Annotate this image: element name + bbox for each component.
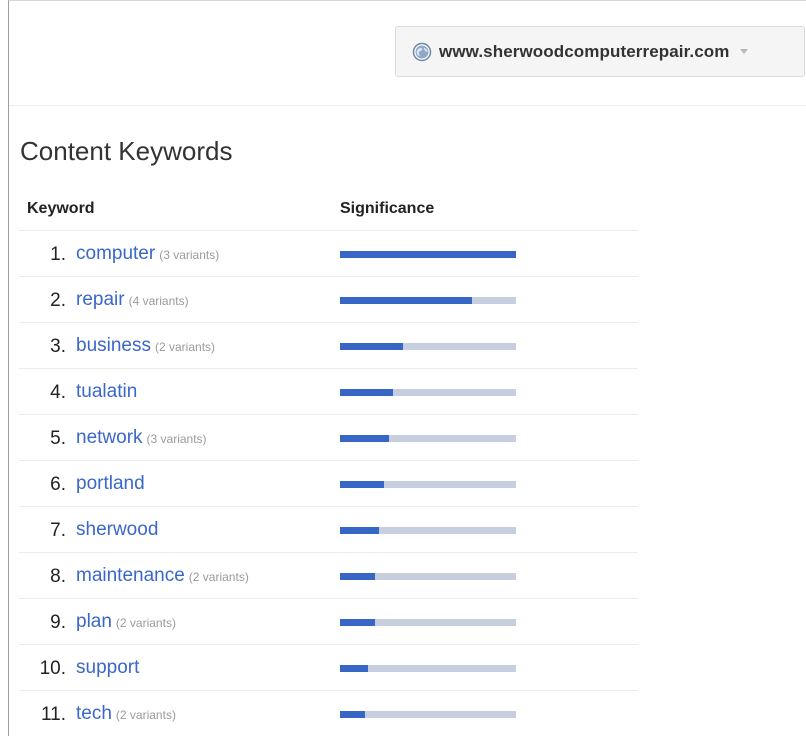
keyword-row: 5. network (3 variants): [19, 414, 638, 460]
significance-bar-fill: [340, 251, 516, 258]
keyword-row: 10. support: [19, 644, 638, 690]
keyword-row: 7. sherwood: [19, 506, 638, 552]
keyword-row: 2. repair (4 variants): [19, 276, 638, 322]
keyword-text: plan: [76, 611, 112, 632]
keyword-link[interactable]: repair (4 variants): [76, 289, 189, 311]
column-header-keyword: Keyword: [27, 200, 95, 217]
keyword-text: tech: [76, 703, 112, 724]
keyword-link[interactable]: tualatin: [76, 381, 137, 403]
significance-bar-fill: [340, 665, 369, 672]
keyword-text: maintenance: [76, 565, 185, 586]
page-title: Content Keywords: [20, 136, 233, 166]
keyword-rank: 6.: [50, 474, 66, 495]
globe-icon: [412, 42, 432, 61]
keyword-rank: 7.: [50, 520, 66, 541]
keyword-rank: 2.: [50, 290, 66, 311]
keyword-variants: (3 variants): [146, 432, 207, 446]
keyword-row: 8. maintenance (2 variants): [19, 552, 638, 598]
significance-bar: [340, 343, 516, 350]
significance-bar: [340, 573, 516, 580]
site-selector[interactable]: www.sherwoodcomputerrepair.com: [395, 26, 805, 77]
significance-bar: [340, 665, 516, 672]
keyword-row: 11. tech (2 variants): [19, 690, 638, 736]
keyword-link[interactable]: network (3 variants): [76, 427, 207, 449]
keyword-text: business: [76, 335, 151, 356]
keyword-text: repair: [76, 289, 125, 310]
caret-down-icon[interactable]: [739, 49, 748, 54]
significance-bar-fill: [340, 435, 390, 442]
significance-bar-fill: [340, 481, 384, 488]
keyword-rank: 10.: [39, 658, 66, 679]
significance-bar: [340, 481, 516, 488]
significance-bar-fill: [340, 711, 365, 718]
keyword-variants: (4 variants): [128, 294, 189, 308]
keyword-text: tualatin: [76, 381, 138, 402]
significance-bar: [340, 711, 516, 718]
significance-bar: [340, 619, 516, 626]
keyword-link[interactable]: plan (2 variants): [76, 611, 176, 633]
significance-bar: [340, 251, 516, 258]
significance-bar-fill: [340, 619, 376, 626]
keyword-rank: 4.: [50, 382, 66, 403]
keyword-rank: 11.: [40, 704, 66, 725]
keyword-rank: 8.: [50, 566, 66, 587]
header-bar: www.sherwoodcomputerrepair.com: [9, 1, 806, 106]
significance-bar-fill: [340, 343, 404, 350]
keyword-text: computer: [76, 243, 156, 264]
keyword-rank: 1.: [50, 244, 66, 265]
content-keywords-panel: www.sherwoodcomputerrepair.com Content K…: [8, 0, 806, 736]
significance-bar: [340, 435, 516, 442]
keyword-text: portland: [76, 473, 145, 494]
significance-bar-fill: [340, 573, 376, 580]
keyword-link[interactable]: sherwood: [76, 519, 158, 541]
column-header-significance: Significance: [340, 200, 435, 217]
keyword-row: 9. plan (2 variants): [19, 598, 638, 644]
keyword-rank: 5.: [50, 428, 66, 449]
keyword-variants: (2 variants): [155, 340, 216, 354]
significance-bar: [340, 389, 516, 396]
keyword-text: support: [76, 657, 140, 678]
keyword-variants: (2 variants): [115, 616, 176, 630]
keyword-link[interactable]: tech (2 variants): [76, 703, 176, 725]
keyword-link[interactable]: portland: [76, 473, 145, 495]
keyword-row: 4. tualatin: [19, 368, 638, 414]
keyword-text: sherwood: [76, 519, 159, 540]
keyword-text: network: [76, 427, 143, 448]
keyword-link[interactable]: business (2 variants): [76, 335, 215, 357]
significance-bar-fill: [340, 297, 472, 304]
keyword-row: 6. portland: [19, 460, 638, 506]
site-url: www.sherwoodcomputerrepair.com: [439, 41, 730, 61]
keyword-variants: (2 variants): [188, 570, 249, 584]
keyword-variants: (3 variants): [159, 248, 220, 262]
keyword-link[interactable]: maintenance (2 variants): [76, 565, 249, 587]
keyword-row: 3. business (2 variants): [19, 322, 638, 368]
keyword-rank: 9.: [50, 612, 66, 633]
significance-bar-fill: [340, 389, 393, 396]
significance-bar: [340, 297, 516, 304]
significance-bar-fill: [340, 527, 379, 534]
keyword-variants: (2 variants): [115, 708, 176, 722]
keyword-rank: 3.: [50, 336, 66, 357]
significance-bar: [340, 527, 516, 534]
keyword-link[interactable]: support: [76, 657, 139, 679]
keyword-list: 1. computer (3 variants) 2. repair (4 variant…: [19, 230, 638, 736]
keyword-link[interactable]: computer (3 variants): [76, 243, 219, 265]
keyword-row: 1. computer (3 variants): [19, 230, 638, 276]
